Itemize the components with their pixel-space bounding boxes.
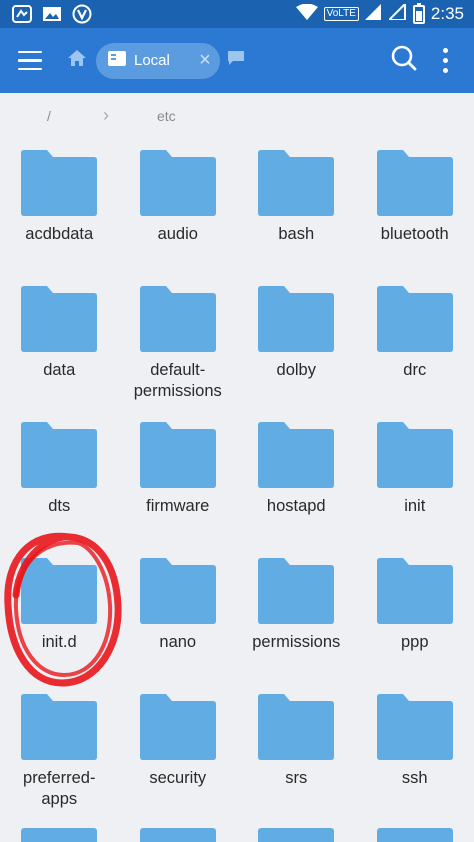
folder-item[interactable]: audio — [119, 150, 238, 286]
folder-name: ppp — [400, 633, 429, 651]
folder-item[interactable]: bluetooth — [356, 150, 474, 286]
folder-name: audio — [157, 225, 198, 243]
folder-item[interactable]: init.d — [0, 558, 119, 694]
folder-name: preferred-apps — [23, 769, 96, 808]
folder-name: security — [149, 769, 207, 787]
folder-icon — [258, 286, 335, 352]
folder-icon[interactable] — [376, 828, 453, 842]
breadcrumb: / › etc — [0, 93, 474, 139]
folder-icon — [376, 422, 453, 488]
folder-item[interactable]: security — [119, 694, 238, 830]
folder-grid: acdbdata audio bash bluetooth data default-pe… — [0, 150, 474, 830]
battery-icon — [412, 2, 425, 24]
folder-name: acdbdata — [25, 225, 94, 243]
folder-icon — [21, 422, 98, 488]
home-icon[interactable] — [68, 50, 90, 71]
folder-name: init — [404, 497, 426, 515]
vpn-notification-icon — [72, 4, 92, 24]
folder-item[interactable]: nano — [119, 558, 238, 694]
folder-icon — [139, 694, 216, 760]
folder-name: hostapd — [266, 497, 326, 515]
folder-icon[interactable] — [139, 828, 216, 842]
folder-item[interactable]: data — [0, 286, 119, 422]
tab-local[interactable]: Local × — [96, 42, 220, 79]
folder-icon — [21, 558, 98, 624]
folder-name: permissions — [252, 633, 341, 651]
chevron-right-icon: › — [103, 105, 109, 125]
toolbar: Local × — [0, 28, 474, 93]
folder-icon — [21, 694, 98, 760]
breadcrumb-current[interactable]: etc — [157, 108, 176, 124]
folder-name: srs — [285, 769, 308, 787]
folder-item[interactable]: dolby — [237, 286, 356, 422]
folder-item[interactable]: srs — [237, 694, 356, 830]
folder-icon — [139, 422, 216, 488]
folder-icon — [376, 558, 453, 624]
wifi-icon — [295, 3, 318, 25]
folder-icon — [258, 558, 335, 624]
folder-name: bash — [278, 225, 315, 243]
close-icon[interactable]: × — [190, 49, 220, 72]
folder-icon — [376, 694, 453, 760]
clock: 2:35 — [430, 4, 464, 23]
image-notification-icon — [42, 5, 62, 23]
phone-storage-icon — [108, 51, 126, 70]
more-vert-icon[interactable] — [443, 48, 448, 73]
folder-icon[interactable] — [258, 828, 335, 842]
folder-item[interactable]: permissions — [237, 558, 356, 694]
folder-item[interactable]: ppp — [356, 558, 474, 694]
breadcrumb-root[interactable]: / — [47, 108, 51, 124]
app-notification-icon — [12, 5, 32, 23]
signal-icon — [364, 3, 383, 25]
search-icon[interactable] — [391, 45, 417, 76]
folder-name: default-permissions — [133, 361, 222, 400]
folder-item[interactable]: firmware — [119, 422, 238, 558]
signal-2-icon — [386, 1, 407, 25]
folder-item[interactable]: hostapd — [237, 422, 356, 558]
folder-name: firmware — [146, 497, 210, 515]
folder-item[interactable]: default-permissions — [119, 286, 238, 422]
folder-name: ssh — [401, 769, 428, 787]
folder-name: dolby — [276, 361, 316, 379]
folder-name: data — [43, 361, 76, 379]
folder-icon — [376, 150, 453, 216]
volte-badge: VoLTE — [323, 7, 359, 21]
folder-item[interactable]: dts — [0, 422, 119, 558]
folder-icon[interactable] — [21, 828, 98, 842]
folder-item[interactable]: bash — [237, 150, 356, 286]
folder-name: nano — [159, 633, 197, 651]
folder-grid-next-row — [0, 828, 474, 842]
folder-item[interactable]: preferred-apps — [0, 694, 119, 830]
tab-label: Local — [134, 52, 170, 69]
folder-name: init.d — [41, 633, 77, 651]
folder-item[interactable]: ssh — [356, 694, 474, 830]
folder-icon — [21, 150, 98, 216]
folder-name: dts — [48, 497, 71, 515]
folder-icon — [139, 286, 216, 352]
folder-icon — [258, 150, 335, 216]
menu-icon[interactable] — [0, 28, 60, 93]
folder-item[interactable]: init — [356, 422, 474, 558]
folder-name: bluetooth — [380, 225, 449, 243]
folder-icon — [258, 422, 335, 488]
chat-icon[interactable] — [228, 51, 244, 70]
folder-icon — [21, 286, 98, 352]
folder-icon — [139, 558, 216, 624]
folder-item[interactable]: drc — [356, 286, 474, 422]
status-bar: VoLTE 2:35 — [0, 0, 474, 28]
folder-icon — [139, 150, 216, 216]
folder-item[interactable]: acdbdata — [0, 150, 119, 286]
folder-name: drc — [403, 361, 427, 379]
folder-icon — [376, 286, 453, 352]
folder-icon — [258, 694, 335, 760]
